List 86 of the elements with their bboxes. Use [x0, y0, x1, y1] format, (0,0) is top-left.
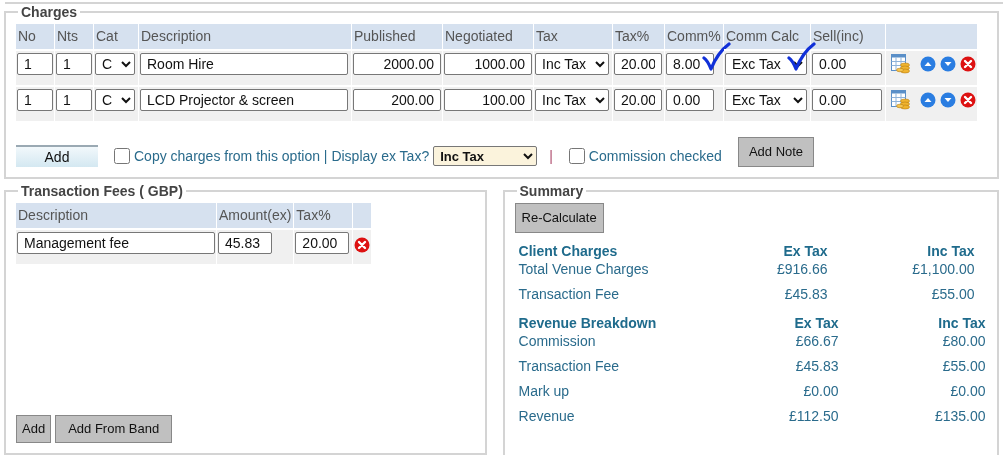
column-header: Inc Tax [926, 242, 975, 261]
tax-percent-field[interactable]: 20.00 [614, 89, 662, 111]
amount-text: £45.83 [794, 357, 839, 376]
tax-percent-field[interactable]: 20.00 [295, 232, 350, 254]
checkbox-label: Commission checked [588, 146, 722, 166]
amount-text: £55.00 [930, 285, 975, 304]
move-up-icon[interactable] [920, 55, 936, 72]
row-label: Mark up [518, 382, 571, 401]
column-header: Cat [96, 28, 118, 44]
row-label: Revenue [518, 407, 576, 426]
tax-percent-field[interactable]: 20.00 [614, 53, 662, 75]
commission-calc-select[interactable]: Exc Tax [725, 89, 807, 111]
quantity-field[interactable]: 1 [17, 53, 53, 75]
amount-text: £1,100.00 [911, 260, 975, 279]
row-label: Transaction Fee [518, 285, 621, 304]
amount-text: £112.50 [787, 407, 839, 426]
move-down-icon[interactable] [940, 91, 956, 108]
tax-select[interactable]: Inc Tax [535, 53, 609, 75]
commission-percent-field[interactable]: 0.00 [666, 89, 714, 111]
add-from-band-button[interactable]: Add From Band [55, 415, 173, 443]
negotiated-price-field[interactable]: 100.00 [444, 89, 532, 111]
delete-icon[interactable] [354, 237, 371, 254]
column-header: Tax% [296, 207, 331, 223]
description-field[interactable]: Management fee [17, 232, 215, 254]
description-field[interactable]: Room Hire [140, 53, 348, 75]
add-button[interactable]: Add [16, 145, 98, 167]
move-down-icon[interactable] [940, 55, 956, 72]
column-header: Description [141, 28, 212, 44]
column-header: Tax% [615, 28, 650, 44]
column-header: Sell(inc) [813, 28, 864, 44]
category-select[interactable]: C [95, 89, 135, 111]
amount-text: £0.00 [802, 382, 839, 401]
column-header: Comm Calc [726, 28, 800, 44]
amount-text: £135.00 [933, 407, 986, 426]
column-header: Negotiated [445, 28, 513, 44]
spreadsheet-coins-icon[interactable] [891, 89, 910, 110]
column-header: Nts [57, 28, 78, 44]
published-price-field[interactable]: 2000.00 [353, 53, 441, 75]
row-label: Transaction Fee [518, 357, 621, 376]
section-title: Summary [518, 183, 585, 199]
amount-text: £55.00 [941, 357, 986, 376]
column-header: Description [18, 207, 89, 223]
delete-icon[interactable] [960, 91, 976, 108]
row-label: Commission [518, 332, 597, 351]
checkbox-label: Copy charges from this option | Display ex Tax? [134, 146, 430, 166]
column-header: Ex Tax [793, 314, 839, 333]
quantity-field[interactable]: 1 [17, 89, 53, 111]
section-title: Charges [20, 4, 79, 20]
row-label: Total Venue Charges [518, 260, 650, 279]
amount-text: £45.83 [783, 285, 828, 304]
copy-charges-checkbox[interactable] [114, 148, 130, 164]
column-header: Inc Tax [937, 314, 986, 333]
delete-icon[interactable] [960, 55, 976, 72]
nights-field[interactable]: 1 [56, 53, 92, 75]
section-heading: Client Charges [518, 242, 619, 261]
column-header: Tax [536, 28, 558, 44]
column-header: No [18, 28, 36, 44]
amount-text: £80.00 [941, 332, 986, 351]
column-header: Published [354, 28, 416, 44]
add-note-button[interactable]: Add Note [737, 137, 815, 167]
amount-text: £0.00 [949, 382, 986, 401]
negotiated-price-field[interactable]: 1000.00 [444, 53, 532, 75]
section-title: Transaction Fees ( GBP) [20, 183, 184, 199]
amount-text: £66.67 [794, 332, 839, 351]
amount-text: £916.66 [775, 260, 828, 279]
category-select[interactable]: C [95, 53, 135, 75]
amount-field[interactable]: 45.83 [218, 232, 272, 254]
display-tax-select[interactable]: Inc Tax [433, 146, 538, 166]
published-price-field[interactable]: 200.00 [353, 89, 441, 111]
tax-select[interactable]: Inc Tax [535, 89, 609, 111]
sell-price-field[interactable]: 0.00 [812, 53, 882, 75]
column-header: Comm% [667, 28, 721, 44]
description-field[interactable]: LCD Projector & screen [140, 89, 348, 111]
column-header: Ex Tax [782, 242, 828, 261]
commission-percent-field[interactable]: 8.00 [666, 53, 714, 75]
commission-checkbox[interactable] [568, 148, 585, 164]
sell-price-field[interactable]: 0.00 [812, 89, 882, 111]
section-heading: Revenue Breakdown [518, 314, 658, 333]
move-up-icon[interactable] [920, 91, 936, 108]
commission-calc-select[interactable]: Exc Tax [725, 53, 807, 75]
nights-field[interactable]: 1 [56, 89, 92, 111]
column-header: Amount(ex) [219, 207, 292, 223]
separator-text: | [548, 146, 553, 166]
recalculate-button[interactable]: Re-Calculate [514, 203, 604, 233]
add-button[interactable]: Add [16, 415, 52, 443]
spreadsheet-coins-icon[interactable] [891, 53, 910, 74]
